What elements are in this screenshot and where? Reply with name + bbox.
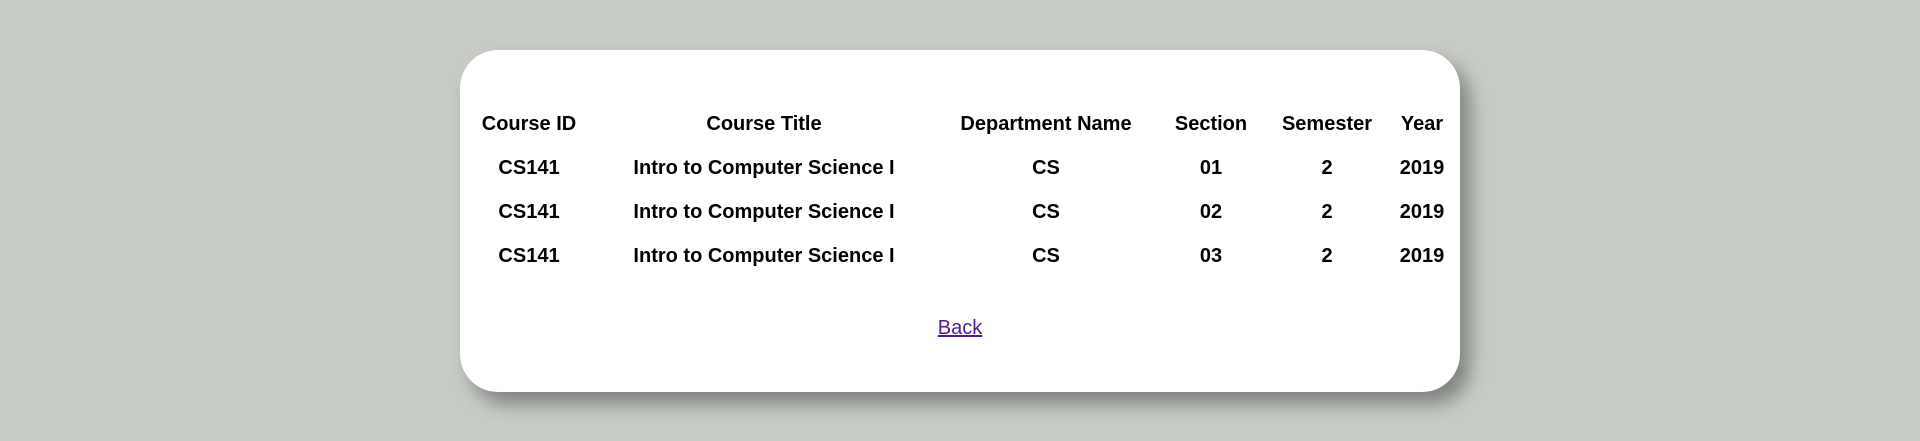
cell-course-title: Intro to Computer Science I <box>633 200 895 223</box>
cell-course-id: CS141 <box>498 244 560 267</box>
results-card: Course ID Course Title Department Name S… <box>460 50 1460 392</box>
header-department-name: Department Name <box>960 112 1132 135</box>
header-section: Section <box>1174 112 1248 135</box>
cell-section: 02 <box>1199 200 1223 223</box>
header-semester: Semester <box>1281 112 1373 135</box>
cell-department-name: CS <box>1032 200 1060 223</box>
cell-course-id: CS141 <box>498 156 560 179</box>
cell-year: 2019 <box>1399 200 1445 223</box>
table-header-row: Course ID Course Title Department Name S… <box>470 102 1460 146</box>
cell-course-id: CS141 <box>498 200 560 223</box>
back-link-container: Back <box>460 316 1460 340</box>
table-row: CS141 Intro to Computer Science I CS 01 … <box>470 146 1460 190</box>
cell-course-title: Intro to Computer Science I <box>633 156 895 179</box>
table-row: CS141 Intro to Computer Science I CS 03 … <box>470 234 1460 278</box>
cell-semester: 2 <box>1321 156 1333 179</box>
back-link[interactable]: Back <box>938 317 982 339</box>
cell-semester: 2 <box>1321 244 1333 267</box>
cell-section: 01 <box>1199 156 1223 179</box>
header-course-title: Course Title <box>706 112 822 135</box>
table-row: CS141 Intro to Computer Science I CS 02 … <box>470 190 1460 234</box>
cell-section: 03 <box>1199 244 1223 267</box>
header-year: Year <box>1400 112 1444 135</box>
cell-department-name: CS <box>1032 156 1060 179</box>
cell-semester: 2 <box>1321 200 1333 223</box>
header-course-id: Course ID <box>481 112 577 135</box>
cell-course-title: Intro to Computer Science I <box>633 244 895 267</box>
course-sections-table: Course ID Course Title Department Name S… <box>470 102 1460 278</box>
cell-year: 2019 <box>1399 244 1445 267</box>
cell-department-name: CS <box>1032 244 1060 267</box>
cell-year: 2019 <box>1399 156 1445 179</box>
